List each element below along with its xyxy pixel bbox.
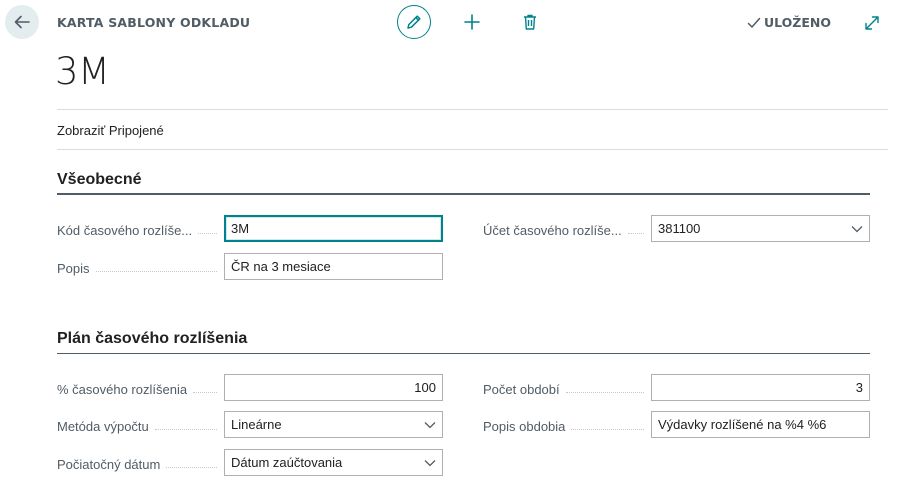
show-attached-action[interactable]: Zobraziť Pripojené	[57, 123, 164, 138]
divider	[57, 109, 888, 110]
account-label: Účet časového rozlíše...	[483, 220, 648, 238]
start-date-select[interactable]: Dátum zaúčtovania	[224, 449, 443, 476]
method-label: Metóda výpočtu	[57, 416, 221, 434]
code-label: Kód časového rozlíše...	[57, 220, 221, 238]
plus-icon	[464, 14, 480, 30]
description-input[interactable]: ČR na 3 mesiace	[224, 253, 443, 280]
pencil-icon	[407, 15, 421, 29]
periods-label: Počet období	[483, 379, 648, 397]
trash-icon	[524, 14, 536, 30]
chevron-down-icon	[422, 455, 438, 471]
delete-button[interactable]	[519, 11, 541, 33]
group-underline	[57, 193, 870, 195]
group-underline	[57, 353, 870, 354]
percent-input[interactable]: 100	[224, 374, 443, 401]
expand-button[interactable]	[861, 12, 883, 34]
period-description-label: Popis obdobia	[483, 416, 648, 434]
page-caption: KARTA SABLONY ODKLADU	[57, 15, 251, 30]
back-arrow-icon	[14, 15, 30, 29]
chevron-down-icon	[849, 221, 865, 237]
edit-button[interactable]	[397, 5, 431, 39]
expand-icon	[865, 16, 879, 30]
new-button[interactable]	[461, 11, 483, 33]
saved-label: ULOŽENO	[764, 15, 831, 30]
group-title-schedule[interactable]: Plán časového rozlíšenia	[57, 330, 247, 348]
periods-input[interactable]: 3	[651, 374, 870, 401]
divider	[57, 149, 888, 150]
percent-label: % časového rozlíšenia	[57, 379, 221, 397]
group-title-general[interactable]: Všeobecné	[57, 171, 141, 189]
account-select[interactable]: 381100	[651, 215, 870, 242]
chevron-down-icon	[422, 417, 438, 433]
start-date-label: Počiatočný dátum	[57, 454, 221, 472]
checkmark-icon	[747, 17, 761, 28]
period-description-input[interactable]: Výdavky rozlíšené na %4 %6	[651, 411, 870, 438]
saved-status: ULOŽENO	[747, 15, 831, 30]
back-button[interactable]	[5, 5, 39, 39]
record-title: 3M	[55, 50, 110, 93]
description-label: Popis	[57, 258, 221, 276]
method-select[interactable]: Lineárne	[224, 411, 443, 438]
code-input[interactable]: 3M	[224, 215, 443, 242]
